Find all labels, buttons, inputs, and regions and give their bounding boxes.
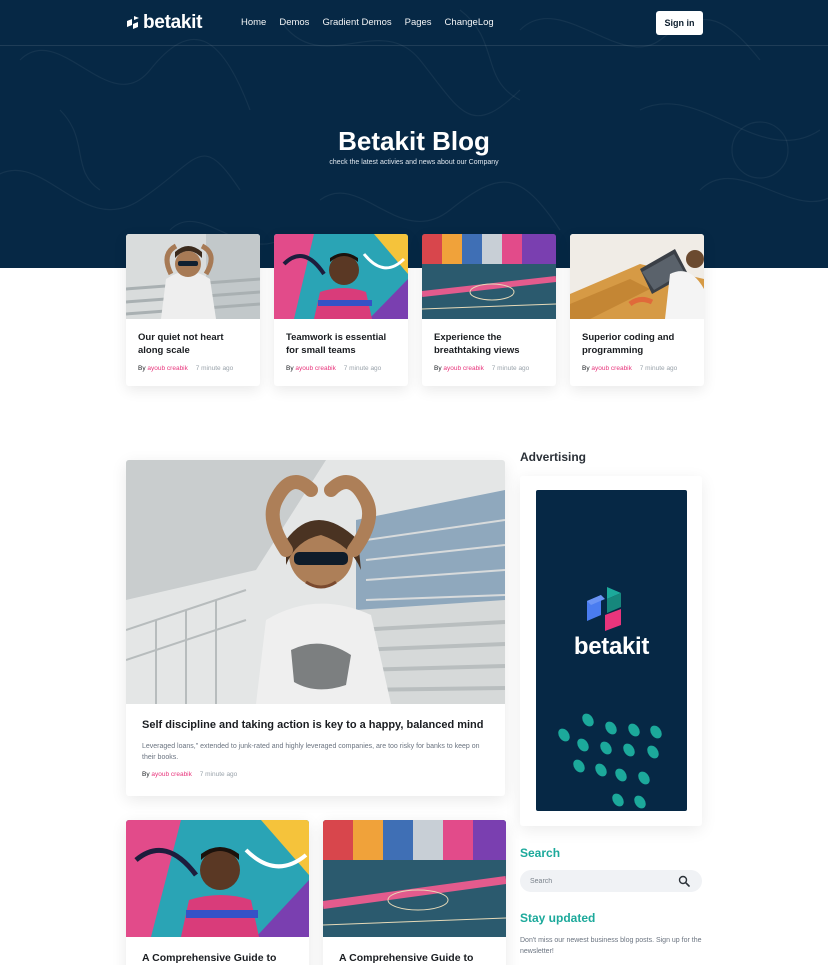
main-post-meta: By ayoub creabik 7 minute ago bbox=[142, 771, 237, 778]
post-time: 7 minute ago bbox=[199, 771, 238, 778]
by-label: By bbox=[286, 365, 294, 372]
nav-item-gradient-demos[interactable]: Gradient Demos bbox=[322, 17, 391, 28]
post-image-laptop-couch bbox=[570, 234, 704, 319]
card-title: Our quiet not heart along scale bbox=[138, 332, 224, 356]
search-heading: Search bbox=[520, 846, 561, 860]
newsletter-description: Don't miss our newest business blog post… bbox=[520, 937, 702, 955]
featured-card[interactable]: Teamwork is essential for small teams By… bbox=[274, 234, 408, 386]
card-title: Superior coding and programming bbox=[582, 332, 675, 356]
card-meta: By ayoub creabik 7 minute ago bbox=[434, 365, 529, 372]
betakit-logo-icon bbox=[587, 587, 621, 631]
post-image-basketball-court bbox=[323, 820, 506, 937]
betakit-logo-icon bbox=[127, 16, 139, 29]
featured-card[interactable]: Experience the breathtaking views By ayo… bbox=[422, 234, 556, 386]
advertising-banner[interactable]: betakit bbox=[536, 490, 687, 811]
page-title: Betakit Blog bbox=[338, 126, 490, 156]
post-time: 7 minute ago bbox=[491, 365, 530, 372]
card-title: Experience the breathtaking views bbox=[434, 332, 520, 356]
nav-item-changelog[interactable]: ChangeLog bbox=[445, 17, 494, 28]
author-link[interactable]: ayoub creabik bbox=[147, 365, 187, 372]
post-image-man-sunglasses bbox=[126, 460, 505, 704]
logo-text: betakit bbox=[143, 12, 203, 33]
post-title[interactable]: A Comprehensive Guide to bbox=[142, 952, 276, 964]
by-label: By bbox=[138, 365, 146, 372]
featured-card[interactable]: Our quiet not heart along scale By ayoub… bbox=[126, 234, 260, 386]
stay-updated-heading: Stay updated bbox=[520, 911, 596, 925]
author-link[interactable]: ayoub creabik bbox=[443, 365, 483, 372]
main-post-card[interactable]: Self discipline and taking action is key… bbox=[126, 460, 505, 796]
by-label: By bbox=[434, 365, 442, 372]
post-image-man-sunglasses bbox=[126, 234, 260, 319]
author-link[interactable]: ayoub creabik bbox=[591, 365, 631, 372]
card-meta: By ayoub creabik 7 minute ago bbox=[286, 365, 381, 372]
nav-item-pages[interactable]: Pages bbox=[405, 17, 432, 28]
post-time: 7 minute ago bbox=[639, 365, 678, 372]
navbar: betakit Home Demos Gradient Demos Pages … bbox=[0, 0, 828, 46]
post-title[interactable]: A Comprehensive Guide to bbox=[339, 952, 473, 964]
main-post-title[interactable]: Self discipline and taking action is key… bbox=[142, 719, 484, 731]
advertising-brand-text: betakit bbox=[573, 633, 650, 660]
search-icon[interactable] bbox=[678, 875, 690, 887]
main-post-excerpt: Leveraged loans," extended to junk-rated… bbox=[142, 743, 480, 761]
post-image-man-graffiti bbox=[126, 820, 309, 937]
main-nav: Home Demos Gradient Demos Pages ChangeLo… bbox=[241, 17, 494, 28]
card-meta: By ayoub creabik 7 minute ago bbox=[582, 365, 677, 372]
post-time: 7 minute ago bbox=[343, 365, 382, 372]
teal-drops-decoration bbox=[558, 713, 662, 809]
page-subtitle: check the latest activies and news about… bbox=[329, 159, 499, 166]
advertising-heading: Advertising bbox=[520, 450, 587, 464]
nav-item-home[interactable]: Home bbox=[241, 17, 266, 28]
advertising-card[interactable]: betakit bbox=[520, 476, 702, 826]
brand-logo[interactable]: betakit bbox=[126, 12, 202, 34]
post-image-basketball-court bbox=[422, 234, 556, 319]
author-link[interactable]: ayoub creabik bbox=[295, 365, 335, 372]
by-label: By bbox=[142, 771, 150, 778]
sign-in-button[interactable]: Sign in bbox=[656, 11, 703, 35]
post-card[interactable]: A Comprehensive Guide to bbox=[126, 820, 309, 965]
post-card[interactable]: A Comprehensive Guide to bbox=[323, 820, 506, 965]
featured-card[interactable]: Superior coding and programming By ayoub… bbox=[570, 234, 704, 386]
search-input[interactable] bbox=[530, 875, 670, 887]
card-meta: By ayoub creabik 7 minute ago bbox=[138, 365, 233, 372]
hero-section: betakit Home Demos Gradient Demos Pages … bbox=[0, 0, 828, 268]
card-title: Teamwork is essential for small teams bbox=[286, 332, 387, 356]
post-image-man-graffiti bbox=[274, 234, 408, 319]
author-link[interactable]: ayoub creabik bbox=[151, 771, 191, 778]
nav-item-demos[interactable]: Demos bbox=[279, 17, 309, 28]
search-box[interactable] bbox=[520, 870, 702, 892]
post-time: 7 minute ago bbox=[195, 365, 234, 372]
by-label: By bbox=[582, 365, 590, 372]
